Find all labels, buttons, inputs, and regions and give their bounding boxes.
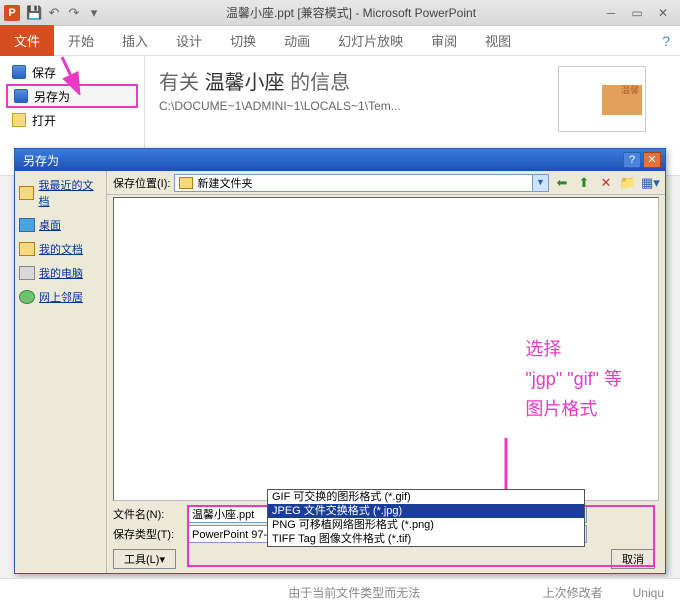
type-option-jpeg[interactable]: JPEG 文件交换格式 (*.jpg) [268, 504, 584, 518]
tab-view[interactable]: 视图 [471, 25, 525, 56]
tab-transitions[interactable]: 切换 [216, 25, 270, 56]
cancel-button[interactable]: 取消 [611, 549, 655, 569]
open-icon [12, 113, 26, 127]
backstage-open-label: 打开 [32, 112, 56, 129]
saveas-icon [14, 89, 28, 103]
type-option-png[interactable]: PNG 可移植网络图形格式 (*.png) [268, 518, 584, 532]
place-desktop[interactable]: 桌面 [15, 213, 106, 237]
mycomputer-icon [19, 266, 35, 280]
place-mydocs[interactable]: 我的文档 [15, 237, 106, 261]
views-icon[interactable]: ▦▾ [641, 174, 659, 192]
savetype-label: 保存类型(T): [113, 526, 181, 542]
maximize-button[interactable]: ▭ [626, 5, 648, 21]
qat-undo-icon[interactable]: ↶ [46, 5, 62, 21]
ribbon-tabs: 文件 开始 插入 设计 切换 动画 幻灯片放映 审阅 视图 ? [0, 26, 680, 56]
dialog-close-button[interactable]: ✕ [643, 152, 661, 168]
file-list-area[interactable]: 选择 "jgp" "gif" 等 图片格式 [113, 197, 659, 501]
filename-label: 文件名(N): [113, 506, 181, 522]
footer-lastmod-label: 上次修改者 [543, 584, 603, 601]
footer-compat-text: 由于当前文件类型而无法 [16, 584, 543, 601]
window-title: 温馨小座.ppt [兼容模式] - Microsoft PowerPoint [104, 4, 598, 21]
tab-file[interactable]: 文件 [0, 25, 54, 56]
annotation-text: 选择 "jgp" "gif" 等 图片格式 [525, 334, 622, 424]
savein-label: 保存位置(I): [113, 175, 170, 191]
tab-design[interactable]: 设计 [162, 25, 216, 56]
qat-save-icon[interactable]: 💾 [26, 5, 42, 21]
savein-value: 新建文件夹 [197, 175, 252, 191]
desktop-icon [19, 218, 35, 232]
qat-dropdown-icon[interactable]: ▾ [86, 5, 102, 21]
app-icon: P [4, 5, 20, 21]
place-network[interactable]: 网上邻居 [15, 285, 106, 309]
qat-redo-icon[interactable]: ↷ [66, 5, 82, 21]
slide-thumbnail[interactable] [558, 66, 646, 132]
savein-combo[interactable]: 新建文件夹 ▼ [174, 174, 549, 192]
info-heading: 有关 温馨小座 的信息 [159, 66, 401, 95]
backstage-save-label: 保存 [32, 64, 56, 81]
backstage-saveas[interactable]: 另存为 [6, 84, 138, 108]
saveas-dialog: 另存为 ? ✕ 我最近的文档 桌面 我的文档 我的电脑 网上邻居 保存位置(I)… [14, 148, 666, 574]
dialog-title: 另存为 [19, 152, 621, 169]
tab-insert[interactable]: 插入 [108, 25, 162, 56]
delete-icon[interactable]: ✕ [597, 174, 615, 192]
up-icon[interactable]: ⬆ [575, 174, 593, 192]
tab-animations[interactable]: 动画 [270, 25, 324, 56]
folder-icon [179, 177, 193, 189]
type-option-gif[interactable]: GIF 可交换的图形格式 (*.gif) [268, 490, 584, 504]
savein-dropdown-icon[interactable]: ▼ [532, 175, 548, 191]
savetype-dropdown-list: GIF 可交换的图形格式 (*.gif) JPEG 文件交换格式 (*.jpg)… [267, 489, 585, 547]
tab-review[interactable]: 审阅 [417, 25, 471, 56]
tab-home[interactable]: 开始 [54, 25, 108, 56]
close-button[interactable]: ✕ [652, 5, 674, 21]
place-recent[interactable]: 我最近的文档 [15, 173, 106, 213]
place-mycomputer[interactable]: 我的电脑 [15, 261, 106, 285]
tab-slideshow[interactable]: 幻灯片放映 [324, 25, 417, 56]
places-bar: 我最近的文档 桌面 我的文档 我的电脑 网上邻居 [15, 171, 107, 573]
recent-icon [19, 186, 34, 200]
newfolder-icon[interactable]: 📁 [619, 174, 637, 192]
back-icon[interactable]: ⬅ [553, 174, 571, 192]
dialog-help-button[interactable]: ? [623, 152, 641, 168]
backstage-save[interactable]: 保存 [6, 60, 138, 84]
help-icon[interactable]: ? [662, 33, 670, 49]
backstage-open[interactable]: 打开 [6, 108, 138, 132]
save-icon [12, 65, 26, 79]
mydocs-icon [19, 242, 35, 256]
minimize-button[interactable]: ─ [600, 5, 622, 21]
type-option-tiff[interactable]: TIFF Tag 图像文件格式 (*.tif) [268, 532, 584, 546]
tools-button[interactable]: 工具(L) ▾ [113, 549, 176, 569]
footer-lastmod-value: Uniqu [633, 586, 664, 600]
backstage-saveas-label: 另存为 [34, 88, 70, 105]
network-icon [19, 290, 35, 304]
info-path: C:\DOCUME~1\ADMINI~1\LOCALS~1\Tem... [159, 99, 401, 113]
